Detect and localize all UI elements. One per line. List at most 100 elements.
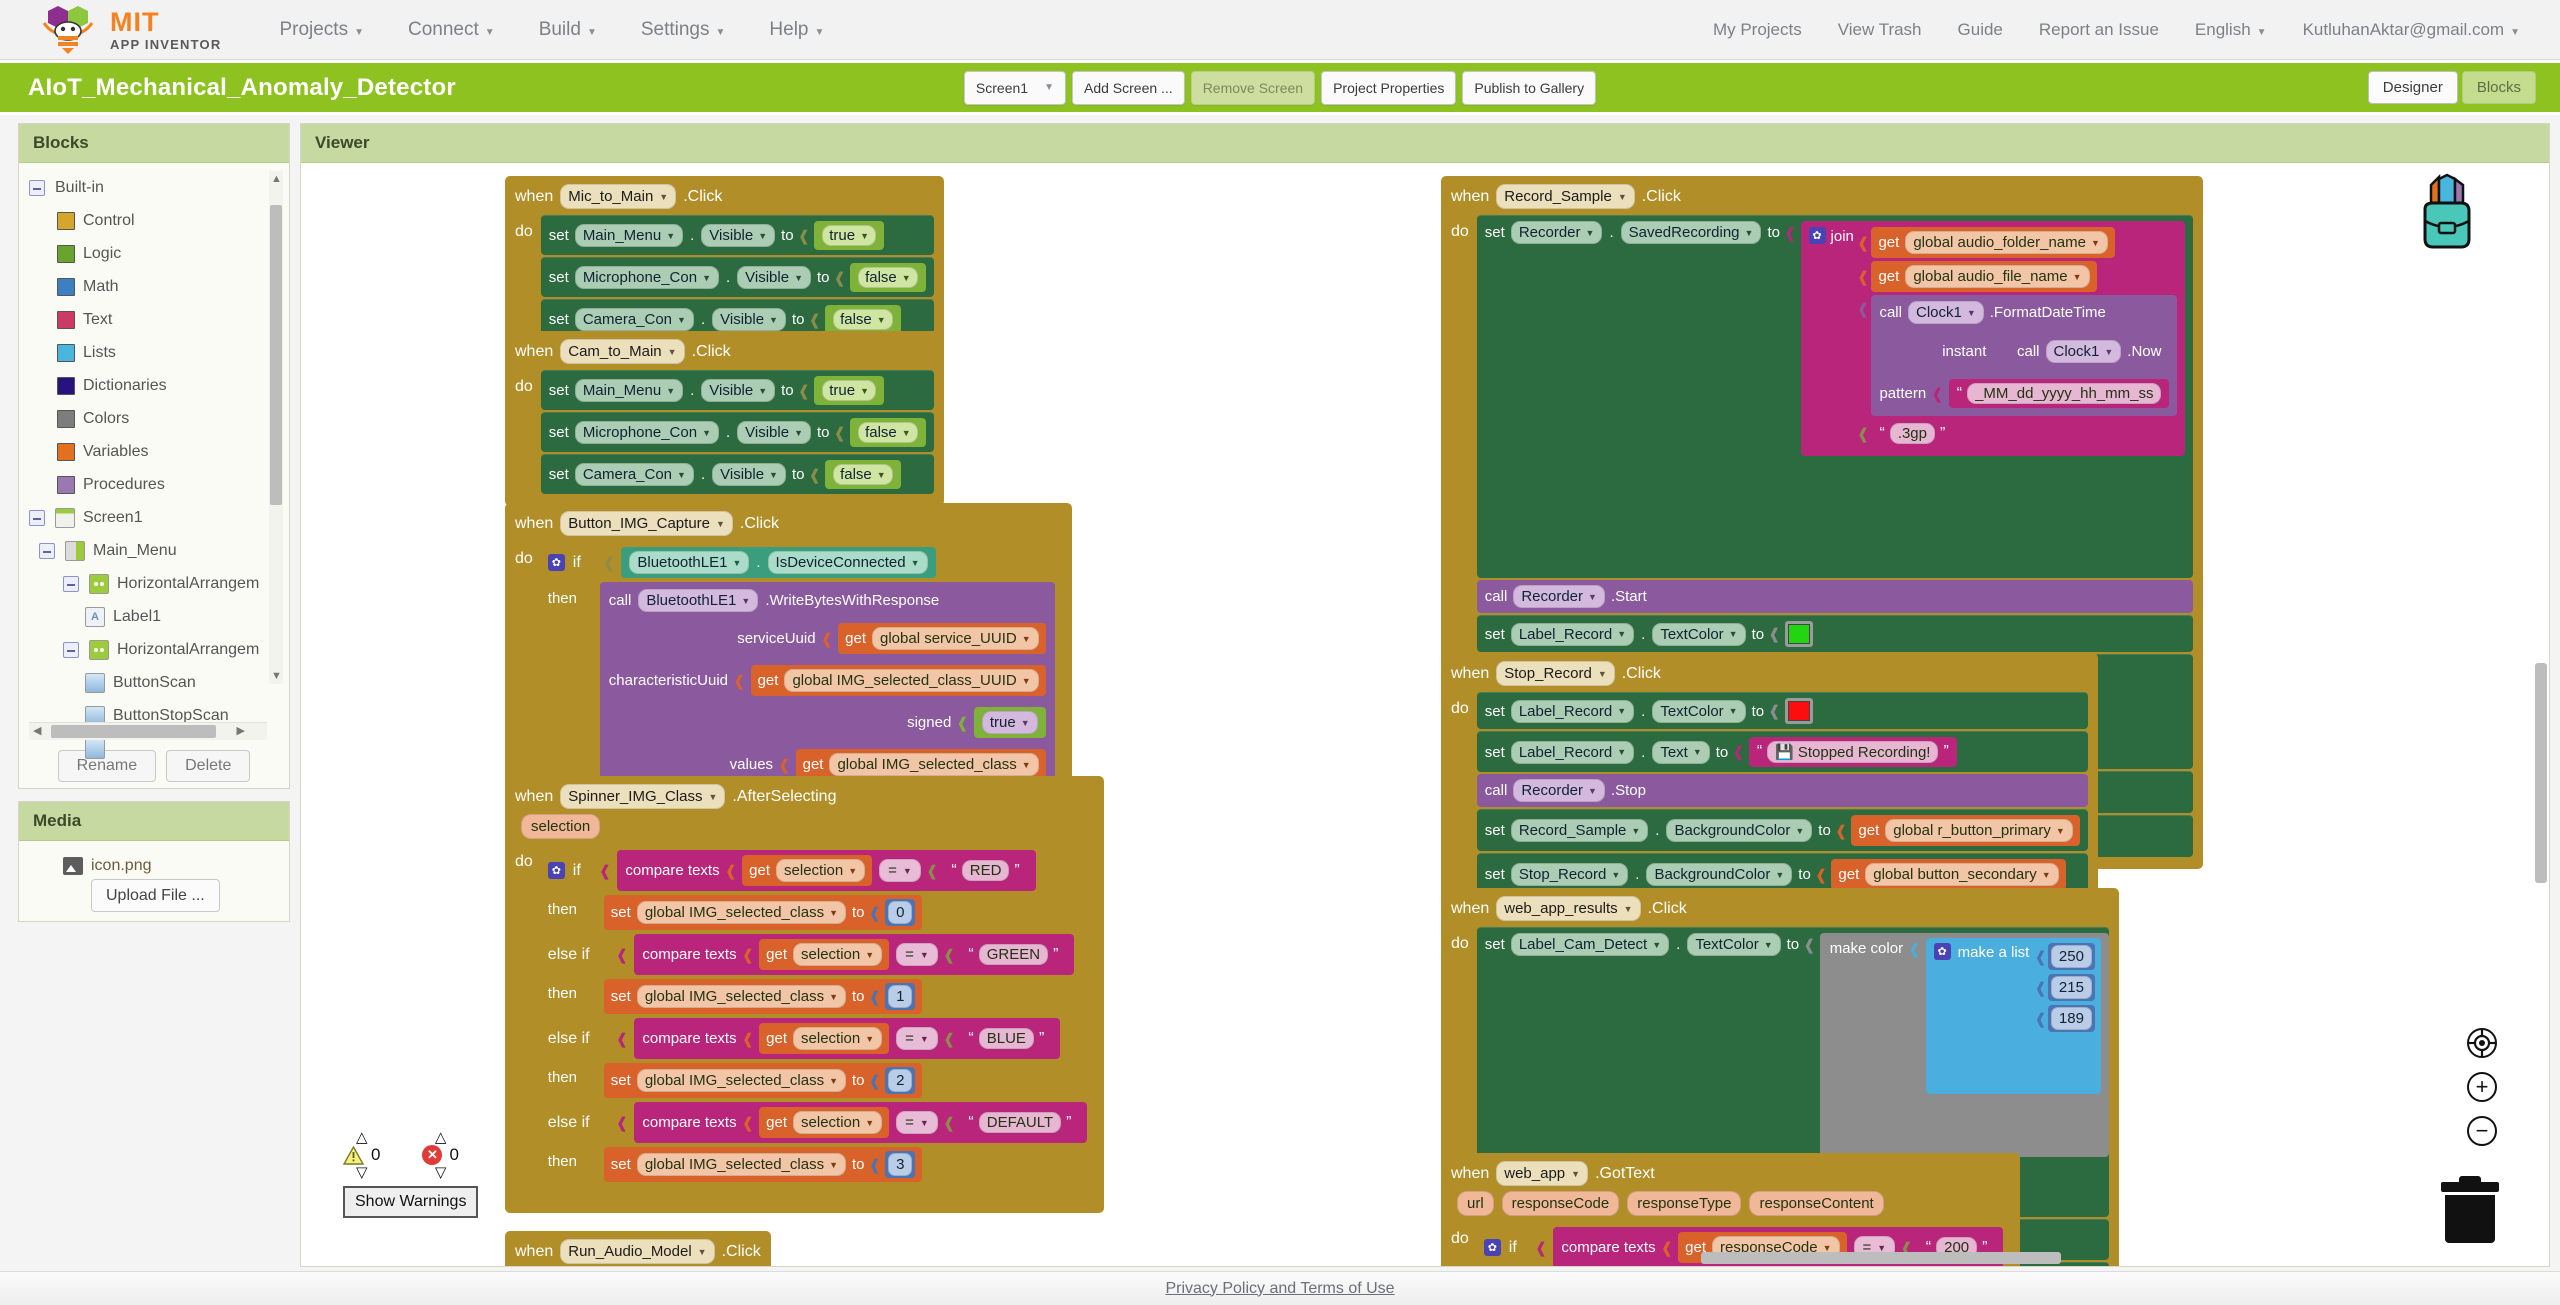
set-property-block[interactable]: set Main_Menu▼ . Visible▼ to ❰ true▼ (541, 370, 934, 410)
number-value[interactable]: 1 (888, 985, 912, 1008)
variable-getter-block[interactable]: getselection▼ (759, 1023, 889, 1054)
logic-value-block[interactable]: false▼ (850, 418, 926, 447)
palette-item-logic[interactable]: Logic (19, 237, 289, 270)
number-literal-block[interactable]: 215 (2048, 974, 2095, 1001)
media-item-icon-png[interactable]: icon.png (19, 851, 289, 881)
zoom-in-button[interactable]: + (2467, 1072, 2497, 1102)
param-responsetype[interactable]: responseType (1627, 1191, 1741, 1216)
logic-dropdown[interactable]: false▼ (833, 309, 893, 330)
event-hat-block[interactable]: when Spinner_IMG_Class ▼ .AfterSelecting… (505, 776, 1104, 1213)
variable-dropdown[interactable]: global service_UUID▼ (872, 627, 1039, 650)
text-literal-block[interactable]: “💾 Stopped Recording!” (1749, 737, 1957, 767)
property-dropdown[interactable]: Visible▼ (701, 379, 775, 402)
link-guide[interactable]: Guide (1958, 20, 2003, 40)
variable-getter-block[interactable]: getglobal audio_file_name▼ (1871, 261, 2096, 292)
logic-value-block[interactable]: true▼ (814, 376, 884, 405)
tree-horizontal-scrollbar[interactable]: ◀ ▶ (29, 722, 267, 740)
make-color-block[interactable]: make color ❰ ✿ make a list ❰250 ❰215 (1820, 933, 2109, 1157)
component-dropdown[interactable]: Label_Cam_Detect▼ (1511, 933, 1669, 956)
set-global-variable-block[interactable]: set global IMG_selected_class▼ to ❰ 2 (604, 1063, 923, 1098)
event-hat-block[interactable]: when Mic_to_Main ▼ .Click do set Main_Me (505, 176, 944, 351)
variable-getter-block[interactable]: getglobal r_button_primary▼ (1851, 815, 2079, 846)
event-hat-block[interactable]: when Run_Audio_Model ▼ .Click (505, 1231, 771, 1266)
menu-item-settings[interactable]: Settings▼ (641, 19, 726, 41)
canvas-horizontal-scrollbar[interactable] (1701, 1252, 2061, 1264)
color-swatch-icon[interactable] (1788, 624, 1810, 644)
if-then-block[interactable]: ✿ if ❰ BluetoothLE1▼ . IsDeviceConnected… (541, 542, 1062, 806)
scroll-up-icon[interactable]: ▲ (271, 173, 282, 185)
set-property-block[interactable]: set Main_Menu▼ . Visible▼ to ❰ true▼ (541, 215, 934, 255)
text-value[interactable]: _MM_dd_yyyy_hh_mm_ss (1967, 383, 2161, 404)
component-dropdown[interactable]: Main_Menu▼ (575, 224, 683, 247)
operator-dropdown[interactable]: =▼ (896, 1111, 938, 1134)
component-dropdown[interactable]: Stop_Record▼ (1511, 863, 1628, 886)
number-literal-block[interactable]: 0 (885, 899, 915, 926)
gear-icon[interactable]: ✿ (1809, 227, 1826, 244)
text-literal-block[interactable]: “RED” (943, 856, 1027, 885)
menu-item-build[interactable]: Build▼ (539, 19, 597, 41)
arrow-down-icon[interactable]: ▽ (356, 1167, 368, 1178)
text-literal-block[interactable]: “GREEN” (960, 940, 1066, 969)
screen-selector[interactable]: Screen1 ▼ (964, 71, 1066, 105)
remove-screen-button[interactable]: Remove Screen (1191, 71, 1315, 105)
scroll-right-icon[interactable]: ▶ (237, 724, 245, 737)
text-literal-block[interactable]: “_MM_dd_yyyy_hh_mm_ss (1949, 379, 2170, 408)
param-responsecode[interactable]: responseCode (1502, 1191, 1620, 1216)
variable-dropdown[interactable]: global r_button_primary▼ (1885, 819, 2073, 842)
block-stop-record-click[interactable]: when Stop_Record ▼ .Click do set Label_R (1441, 653, 2098, 907)
text-literal-block[interactable]: “DEFAULT” (960, 1108, 1079, 1137)
collapse-icon[interactable] (39, 543, 55, 559)
set-property-block[interactable]: set Camera_Con▼ . Visible▼ to ❰ false▼ (541, 454, 934, 494)
block-web-app-gottext[interactable]: when web_app ▼ .GotText url responseCode… (1441, 1153, 2020, 1266)
param-url[interactable]: url (1457, 1191, 1494, 1216)
palette-item-dictionaries[interactable]: Dictionaries (19, 369, 289, 402)
variable-dropdown[interactable]: global audio_file_name▼ (1905, 265, 2089, 288)
logic-dropdown[interactable]: true▼ (822, 380, 876, 401)
upload-file-button[interactable]: Upload File ... (91, 879, 220, 912)
call-recorder-stop-block[interactable]: call Recorder▼ .Stop (1477, 774, 2088, 807)
variable-dropdown[interactable]: global IMG_selected_class_UUID▼ (784, 669, 1038, 692)
component-dropdown[interactable]: Clock1▼ (2046, 340, 2122, 363)
call-method-block[interactable]: call BluetoothLE1▼ .WriteBytesWithRespon… (600, 582, 1055, 787)
add-screen-button[interactable]: Add Screen ... (1072, 71, 1185, 105)
tree-node-label1[interactable]: A Label1 (19, 600, 289, 633)
gear-icon[interactable]: ✿ (548, 862, 565, 879)
property-dropdown[interactable]: SavedRecording▼ (1621, 221, 1762, 244)
property-dropdown[interactable]: Text▼ (1652, 741, 1709, 764)
number-value[interactable]: 215 (2051, 976, 2092, 999)
text-value[interactable]: RED (962, 860, 1010, 881)
number-literal-block[interactable]: 250 (2048, 943, 2095, 970)
gear-icon[interactable]: ✿ (1484, 1239, 1501, 1256)
logic-value-block[interactable]: false▼ (850, 263, 926, 292)
gear-icon[interactable]: ✿ (1934, 943, 1951, 960)
text-value[interactable]: 💾 Stopped Recording! (1767, 741, 1938, 763)
property-dropdown[interactable]: TextColor▼ (1652, 623, 1745, 646)
arrow-up-icon[interactable]: △ (435, 1132, 447, 1143)
property-dropdown[interactable]: Visible▼ (701, 224, 775, 247)
color-swatch-icon[interactable] (1788, 701, 1810, 721)
call-now-block[interactable]: call Clock1▼ .Now (2009, 335, 2169, 368)
property-dropdown[interactable]: Visible▼ (712, 463, 786, 486)
tree-node-horizontal-arrangement-2[interactable]: HorizontalArrangem (19, 633, 289, 666)
property-dropdown[interactable]: TextColor▼ (1652, 700, 1745, 723)
text-value[interactable]: BLUE (979, 1028, 1034, 1049)
call-recorder-start-block[interactable]: call Recorder▼ .Start (1477, 580, 2194, 613)
variable-dropdown[interactable]: global IMG_selected_class▼ (637, 1069, 846, 1092)
tree-node-screen1[interactable]: Screen1 (19, 501, 289, 534)
set-global-variable-block[interactable]: set global IMG_selected_class▼ to ❰ 0 (604, 895, 923, 930)
number-value[interactable]: 2 (888, 1069, 912, 1092)
component-dropdown[interactable]: Mic_to_Main ▼ (560, 184, 676, 209)
event-hat-block[interactable]: when Button_IMG_Capture ▼ .Click do ✿ if (505, 503, 1072, 816)
variable-getter-block[interactable]: getglobal button_secondary▼ (1831, 859, 2065, 890)
menu-item-projects[interactable]: Projects▼ (279, 19, 364, 41)
tree-node-main-menu[interactable]: Main_Menu (19, 534, 289, 567)
color-block-green[interactable] (1785, 621, 1813, 647)
text-value[interactable]: DEFAULT (979, 1112, 1061, 1133)
variable-dropdown[interactable]: global audio_folder_name▼ (1905, 231, 2108, 254)
block-mic-to-main-click[interactable]: when Mic_to_Main ▼ .Click do set Main_Me (505, 176, 944, 351)
logic-value-block[interactable]: false▼ (825, 460, 901, 489)
trash-can-icon[interactable] (2441, 1182, 2499, 1244)
variable-getter-block[interactable]: getglobal audio_folder_name▼ (1871, 227, 2114, 258)
set-property-block[interactable]: set Microphone_Con▼ . Visible▼ to ❰ fals… (541, 257, 934, 297)
property-dropdown[interactable]: IsDeviceConnected▼ (768, 551, 928, 574)
